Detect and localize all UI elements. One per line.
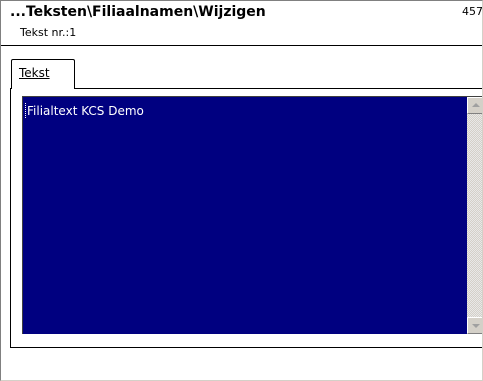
arrow-up-icon bbox=[472, 103, 480, 107]
corner-number: 457 bbox=[462, 5, 482, 18]
text-number-label: Tekst nr.:1 bbox=[20, 26, 77, 39]
vertical-scrollbar[interactable] bbox=[467, 97, 482, 334]
header: ...Teksten\Filiaalnamen\Wijzigen Tekst n… bbox=[1, 1, 482, 46]
scroll-down-button[interactable] bbox=[467, 317, 482, 334]
tab-tekst[interactable]: Tekst bbox=[11, 59, 75, 89]
tab-strip-line bbox=[10, 88, 482, 89]
editor-value[interactable]: Filialtext KCS Demo bbox=[27, 104, 144, 118]
tab-line-gap bbox=[12, 88, 73, 90]
panel-left-border bbox=[10, 88, 11, 348]
window: ...Teksten\Filiaalnamen\Wijzigen Tekst n… bbox=[0, 0, 483, 381]
arrow-down-icon bbox=[472, 324, 480, 328]
scroll-up-button[interactable] bbox=[467, 97, 482, 114]
text-editor[interactable]: Filialtext KCS Demo bbox=[22, 96, 482, 334]
panel-bottom-line bbox=[10, 347, 482, 348]
tab-tekst-label: Tekst bbox=[19, 66, 50, 80]
page-title: ...Teksten\Filiaalnamen\Wijzigen bbox=[10, 4, 266, 20]
